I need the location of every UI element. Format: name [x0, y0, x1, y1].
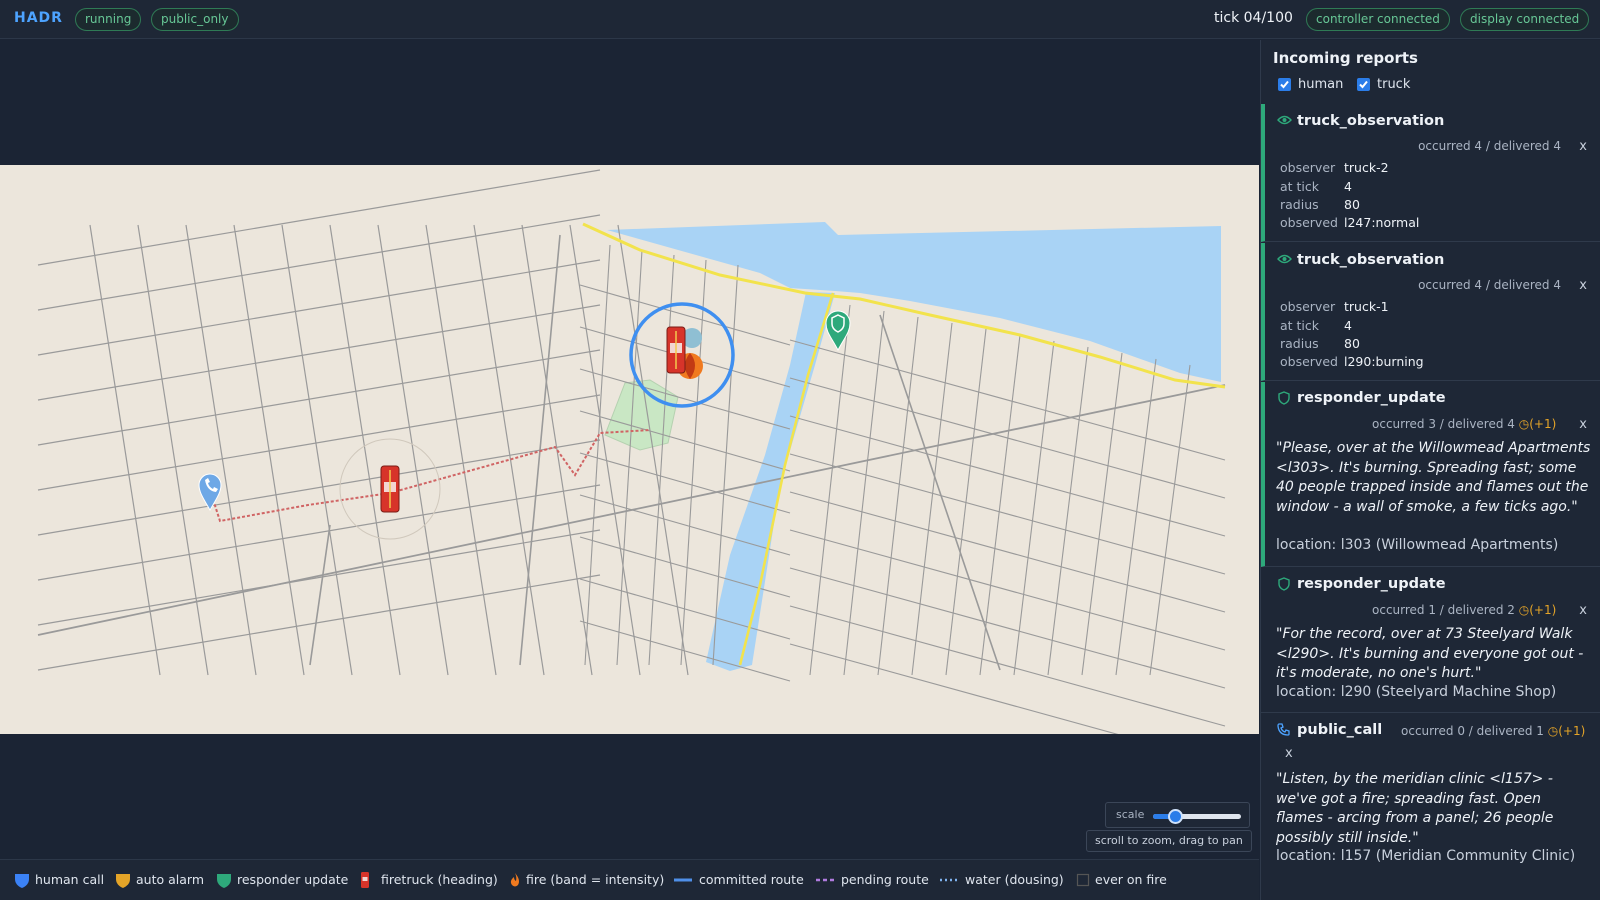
check-icon: [1359, 80, 1368, 89]
fire-icon: [510, 873, 519, 887]
legend-item-human-call: human call: [13, 871, 113, 889]
report-quote: "For the record, over at 73 Steelyard Wa…: [1276, 626, 1584, 681]
report-card[interactable]: truck_observation occurred 4 / delivered…: [1261, 104, 1600, 242]
scale-label: scale: [1116, 808, 1145, 821]
legend-item-water: water (dousing): [939, 871, 1064, 889]
report-type: truck_observation: [1297, 252, 1445, 268]
report-card[interactable]: truck_observation occurred 4 / delivered…: [1261, 243, 1600, 381]
report-timing: occurred 4 / delivered 4: [1418, 139, 1561, 153]
shield-icon: [1278, 391, 1290, 405]
report-card[interactable]: responder_update occurred 1 / delivered …: [1261, 568, 1600, 713]
report-type: public_call: [1297, 722, 1383, 738]
firetruck-icon: [361, 872, 369, 888]
report-location: location: l157 (Meridian Community Clini…: [1276, 848, 1576, 864]
panel-title: Incoming reports: [1273, 49, 1418, 67]
report-timing: occurred 0 / delivered 1 ◷(+1): [1401, 724, 1586, 738]
filter-truck-checkbox[interactable]: [1357, 78, 1370, 91]
report-type: responder_update: [1297, 576, 1446, 592]
delay-badge: ◷(+1): [1518, 603, 1557, 617]
report-quote: "Please, over at the Willowmead Apartmen…: [1276, 440, 1591, 515]
eye-icon: [1277, 254, 1292, 264]
firetruck-marker[interactable]: [380, 465, 400, 513]
clock-icon: ◷: [1547, 724, 1559, 738]
scale-slider[interactable]: [1153, 809, 1241, 824]
dismiss-button[interactable]: x: [1579, 417, 1587, 432]
dismiss-button[interactable]: x: [1285, 746, 1293, 761]
dismiss-button[interactable]: x: [1579, 139, 1587, 154]
controller-status-badge: controller connected: [1306, 8, 1450, 31]
legend-item-fire: fire (band = intensity): [509, 871, 664, 889]
report-card[interactable]: public_call occurred 0 / delivered 1 ◷(+…: [1261, 714, 1600, 900]
display-status-badge: display connected: [1460, 8, 1590, 31]
report-timing: occurred 1 / delivered 2 ◷(+1): [1372, 603, 1557, 617]
solid-line-icon: [674, 878, 692, 882]
scale-slider-thumb[interactable]: [1168, 809, 1183, 824]
hadr-app: HADR running public_only tick 04/100 con…: [0, 0, 1600, 900]
clock-icon: ◷: [1518, 417, 1530, 431]
legend-item-auto-alarm: auto alarm: [114, 871, 209, 889]
filter-truck[interactable]: truck: [1357, 77, 1427, 93]
map-legend: human call auto alarm responder update f…: [0, 859, 1259, 900]
tick-counter: tick 04/100: [1214, 10, 1293, 26]
status-badge-running: running: [75, 8, 142, 31]
legend-item-ever-on-fire: ever on fire: [1076, 871, 1176, 889]
report-timing: occurred 3 / delivered 4 ◷(+1): [1372, 417, 1557, 431]
delay-badge: ◷(+1): [1518, 417, 1557, 431]
report-timing: occurred 4 / delivered 4: [1418, 278, 1561, 292]
report-type: responder_update: [1297, 390, 1446, 406]
filter-human[interactable]: human: [1278, 77, 1348, 93]
map-viewport[interactable]: scale scroll to zoom, drag to pan: [0, 40, 1259, 859]
delay-badge: ◷(+1): [1547, 724, 1586, 738]
report-location: location: l303 (Willowmead Apartments): [1276, 537, 1559, 553]
shield-icon: [1278, 577, 1290, 591]
scale-control: scale: [1105, 802, 1250, 828]
report-quote: "Listen, by the meridian clinic <l157> -…: [1276, 771, 1554, 846]
phone-icon: [1277, 723, 1290, 736]
square-outline-icon: [1076, 873, 1090, 887]
eye-icon: [1277, 115, 1292, 125]
status-badge-mode: public_only: [151, 8, 239, 31]
responder-marker-icon: [217, 874, 231, 888]
dismiss-button[interactable]: x: [1579, 603, 1587, 618]
legend-item-pending-route: pending route: [815, 871, 930, 889]
check-icon: [1280, 80, 1289, 89]
human-call-marker-icon: [15, 874, 29, 888]
dismiss-button[interactable]: x: [1579, 278, 1587, 293]
city-map[interactable]: [0, 165, 1259, 734]
clock-icon: ◷: [1518, 603, 1530, 617]
legend-item-firetruck: firetruck (heading): [359, 871, 498, 889]
top-bar: HADR running public_only tick 04/100 con…: [0, 0, 1600, 39]
report-card[interactable]: responder_update occurred 3 / delivered …: [1261, 382, 1600, 567]
legend-item-committed-route: committed route: [673, 871, 804, 889]
app-brand: HADR: [14, 10, 63, 26]
reports-panel[interactable]: Incoming reports human truck truck_obser…: [1260, 40, 1600, 900]
report-location: location: l290 (Steelyard Machine Shop): [1276, 684, 1557, 700]
dotted-line-icon: [940, 878, 958, 882]
map-hint: scroll to zoom, drag to pan: [1086, 830, 1252, 852]
legend-item-responder-update: responder update: [215, 871, 348, 889]
auto-alarm-marker-icon: [116, 874, 130, 888]
dashed-line-icon: [816, 878, 834, 882]
report-type: truck_observation: [1297, 113, 1445, 129]
filter-human-checkbox[interactable]: [1278, 78, 1291, 91]
